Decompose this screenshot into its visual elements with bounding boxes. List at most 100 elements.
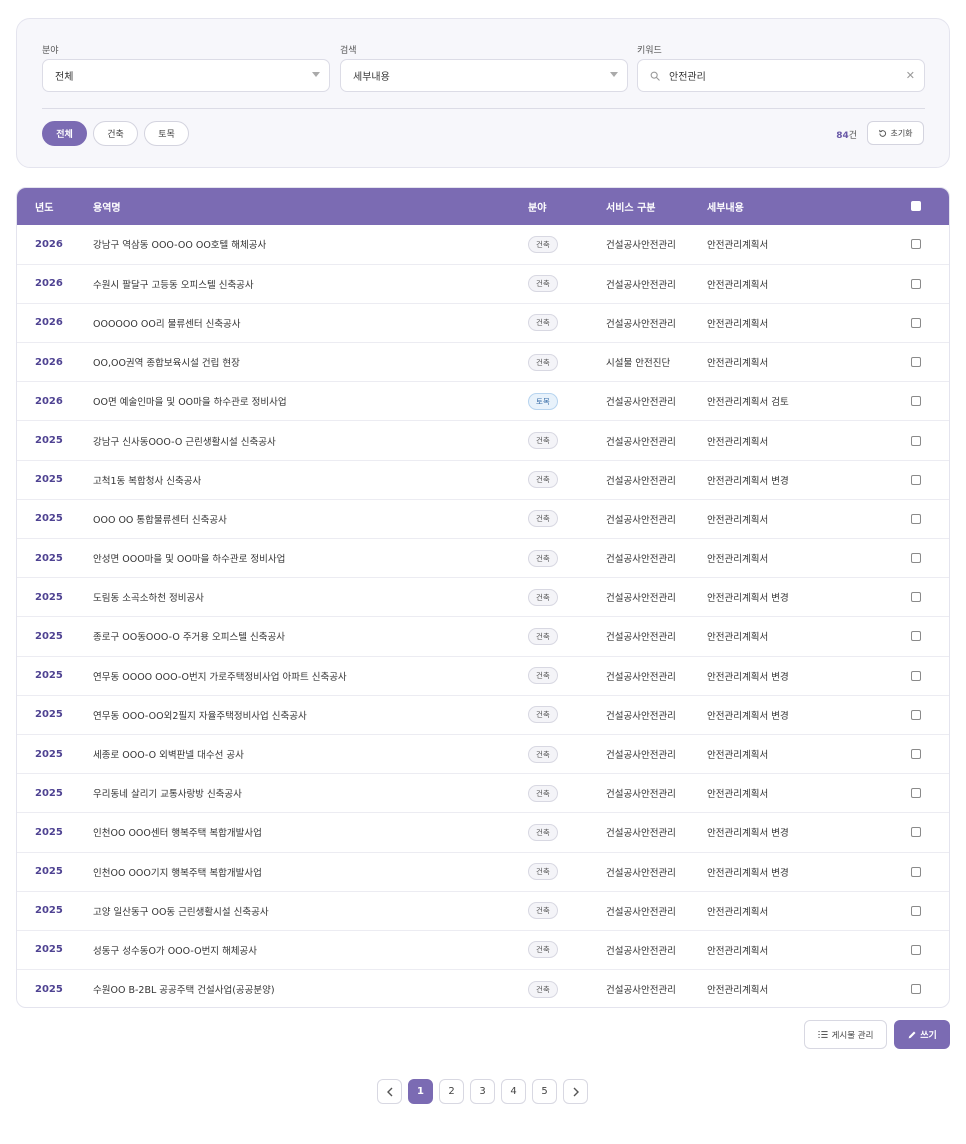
row-year: 2025 — [35, 905, 63, 917]
table-row[interactable]: 2025 인천OO OOO기지 행복주택 복합개발사업 건축 건설공사안전관리 안전관리… — [17, 852, 949, 891]
field-select[interactable]: 전체 — [42, 59, 330, 92]
chip-civil[interactable]: 토목 — [144, 121, 189, 146]
row-checkbox-cell — [911, 421, 949, 460]
row-checkbox-cell — [911, 539, 949, 578]
page-button-2[interactable]: 2 — [439, 1079, 464, 1104]
row-checkbox[interactable] — [911, 670, 921, 681]
field-tag: 건축 — [528, 980, 558, 998]
row-year: 2025 — [35, 748, 63, 760]
row-checkbox[interactable] — [911, 435, 921, 446]
manage-posts-label: 게시물 관리 — [831, 1030, 874, 1041]
table-row[interactable]: 2025 고척1동 복합청사 신축공사 건축 건설공사안전관리 안전관리계획서 변경 — [17, 460, 949, 499]
table-row[interactable]: 2025 종로구 OO동OOO-O 주거용 오피스텔 신축공사 건축 건설공사안전관리… — [17, 616, 949, 656]
row-checkbox[interactable] — [911, 513, 921, 524]
row-checkbox[interactable] — [911, 278, 921, 289]
page-button-1[interactable]: 1 — [408, 1079, 433, 1104]
table-row[interactable]: 2025 도림동 소곡소하천 정비공사 건축 건설공사안전관리 안전관리계획서 변경 — [17, 577, 949, 617]
row-checkbox[interactable] — [911, 592, 921, 603]
row-checkbox[interactable] — [911, 709, 921, 720]
table-row[interactable]: 2025 우리동네 살리기 교통사랑방 신축공사 건축 건설공사안전관리 안전관리계획서 — [17, 773, 949, 813]
row-project-name[interactable]: 우리동네 살리기 교통사랑방 신축공사 — [93, 774, 528, 813]
chip-all[interactable]: 전체 — [42, 121, 87, 146]
row-checkbox-cell — [911, 617, 949, 656]
close-icon[interactable]: ✕ — [906, 69, 915, 82]
row-project-name[interactable]: 성동구 성수동O가 OOO-O번지 해체공사 — [93, 930, 528, 969]
row-project-name[interactable]: OO면 예술인마을 및 OO마을 하수관로 정비사업 — [93, 382, 528, 421]
row-checkbox[interactable] — [911, 788, 921, 799]
field-tag: 건축 — [528, 784, 558, 802]
row-checkbox[interactable] — [911, 553, 921, 564]
row-checkbox[interactable] — [911, 984, 921, 995]
row-project-name[interactable]: 수원OO B-2BL 공공주택 건설사업(공공분양) — [93, 970, 528, 1007]
table-header-row: 년도 용역명 분야 서비스 구분 세부내용 — [17, 188, 949, 225]
chip-architecture[interactable]: 건축 — [93, 121, 138, 146]
row-detail: 안전관리계획서 — [707, 318, 769, 330]
chevron-left-icon[interactable] — [377, 1079, 402, 1104]
row-checkbox[interactable] — [911, 905, 921, 916]
select-all-checkbox[interactable] — [911, 201, 921, 211]
table-row[interactable]: 2025 고양 일산동구 OO동 근린생활시설 신축공사 건축 건설공사안전관리 안전관… — [17, 891, 949, 930]
row-checkbox-cell — [911, 303, 949, 342]
table-row[interactable]: 2025 연무동 OOO-OO외2필지 자율주택정비사업 신축공사 건축 건설공사안전… — [17, 695, 949, 734]
table-row[interactable]: 2025 연무동 OOOO OOO-O번지 가로주택정비사업 아파트 신축공사 건축… — [17, 656, 949, 695]
reset-button[interactable]: 초기화 — [867, 121, 924, 145]
row-field-cell: 건축 — [528, 734, 606, 773]
row-project-name[interactable]: 도림동 소곡소하천 정비공사 — [93, 578, 528, 617]
row-service: 건설공사안전관리 — [606, 985, 676, 997]
row-project-name[interactable]: 고척1동 복합청사 신축공사 — [93, 460, 528, 499]
manage-posts-button[interactable]: 게시물 관리 — [804, 1020, 887, 1049]
table-row[interactable]: 2025 성동구 성수동O가 OOO-O번지 해체공사 건축 건설공사안전관리 안전관리… — [17, 930, 949, 969]
row-project-name[interactable]: 종로구 OO동OOO-O 주거용 오피스텔 신축공사 — [93, 617, 528, 656]
row-checkbox[interactable] — [911, 944, 921, 955]
row-checkbox[interactable] — [911, 631, 921, 642]
row-project-name[interactable]: 수원시 팔달구 고등동 오피스텔 신축공사 — [93, 264, 528, 303]
field-tag: 건축 — [528, 823, 558, 841]
table-row[interactable]: 2026 OO면 예술인마을 및 OO마을 하수관로 정비사업 토목 건설공사안전관리… — [17, 381, 949, 421]
row-checkbox[interactable] — [911, 827, 921, 838]
write-button[interactable]: 쓰기 — [894, 1020, 950, 1049]
row-checkbox[interactable] — [911, 239, 921, 250]
row-project-name[interactable]: 세종로 OOO-O 외벽판넬 대수선 공사 — [93, 734, 528, 773]
table-row[interactable]: 2026 수원시 팔달구 고등동 오피스텔 신축공사 건축 건설공사안전관리 안전관리계… — [17, 264, 949, 303]
header-service: 서비스 구분 — [606, 203, 656, 214]
table-row[interactable]: 2025 수원OO B-2BL 공공주택 건설사업(공공분양) 건축 건설공사안전관리… — [17, 969, 949, 1007]
row-checkbox[interactable] — [911, 317, 921, 328]
page-button-3[interactable]: 3 — [470, 1079, 495, 1104]
row-project-name[interactable]: 강남구 신사동OOO-O 근린생활시설 신축공사 — [93, 421, 528, 460]
field-select-value: 전체 — [55, 72, 74, 83]
row-project-name[interactable]: 인천OO OOO기지 행복주택 복합개발사업 — [93, 852, 528, 891]
table-row[interactable]: 2025 강남구 신사동OOO-O 근린생활시설 신축공사 건축 건설공사안전관리 안전… — [17, 420, 949, 460]
table-row[interactable]: 2025 세종로 OOO-O 외벽판넬 대수선 공사 건축 건설공사안전관리 안전관리계… — [17, 734, 949, 773]
row-project-name[interactable]: 인천OO OOO센터 행복주택 복합개발사업 — [93, 813, 528, 852]
reset-label: 초기화 — [890, 128, 913, 138]
search-type-select[interactable]: 세부내용 — [340, 59, 628, 92]
row-service: 건설공사안전관리 — [606, 906, 676, 918]
table-row[interactable]: 2025 인천OO OOO센터 행복주택 복합개발사업 건축 건설공사안전관리 안전관리… — [17, 812, 949, 852]
row-project-name[interactable]: 안성면 OOO마을 및 OO마을 하수관로 정비사업 — [93, 539, 528, 578]
row-detail: 안전관리계획서 — [707, 985, 769, 997]
row-checkbox[interactable] — [911, 396, 921, 407]
row-project-name[interactable]: 연무동 OOO-OO외2필지 자율주택정비사업 신축공사 — [93, 695, 528, 734]
chevron-right-icon[interactable] — [563, 1079, 588, 1104]
table-row[interactable]: 2026 OOOOOO OO리 물류센터 신축공사 건축 건설공사안전관리 안전관리계획… — [17, 303, 949, 342]
header-detail: 세부내용 — [707, 203, 744, 214]
row-project-name[interactable]: OOOOOO OO리 물류센터 신축공사 — [93, 303, 528, 342]
row-project-name[interactable]: 연무동 OOOO OOO-O번지 가로주택정비사업 아파트 신축공사 — [93, 656, 528, 695]
row-checkbox[interactable] — [911, 749, 921, 760]
row-project-name[interactable]: 강남구 역삼동 OOO-OO OO호텔 해체공사 — [93, 225, 528, 264]
row-year: 2025 — [35, 670, 63, 682]
row-project-name[interactable]: OOO OO 통합물류센터 신축공사 — [93, 499, 528, 538]
header-field: 분야 — [528, 203, 547, 214]
table-row[interactable]: 2025 안성면 OOO마을 및 OO마을 하수관로 정비사업 건축 건설공사안전관리… — [17, 538, 949, 578]
row-project-name[interactable]: 고양 일산동구 OO동 근린생활시설 신축공사 — [93, 891, 528, 930]
table-row[interactable]: 2026 강남구 역삼동 OOO-OO OO호텔 해체공사 건축 건설공사안전관리 안전… — [17, 225, 949, 264]
page-button-4[interactable]: 4 — [501, 1079, 526, 1104]
row-checkbox[interactable] — [911, 357, 921, 368]
page-button-5[interactable]: 5 — [532, 1079, 557, 1104]
row-project-name[interactable]: OO,OO권역 종합보육시설 건립 현장 — [93, 343, 528, 382]
row-checkbox[interactable] — [911, 866, 921, 877]
table-row[interactable]: 2026 OO,OO권역 종합보육시설 건립 현장 건축 시설물 안전진단 안전관리계획… — [17, 342, 949, 382]
table-row[interactable]: 2025 OOO OO 통합물류센터 신축공사 건축 건설공사안전관리 안전관리계획서 — [17, 499, 949, 538]
row-checkbox[interactable] — [911, 474, 921, 485]
keyword-input[interactable]: 안전관리 ✕ — [637, 59, 925, 92]
